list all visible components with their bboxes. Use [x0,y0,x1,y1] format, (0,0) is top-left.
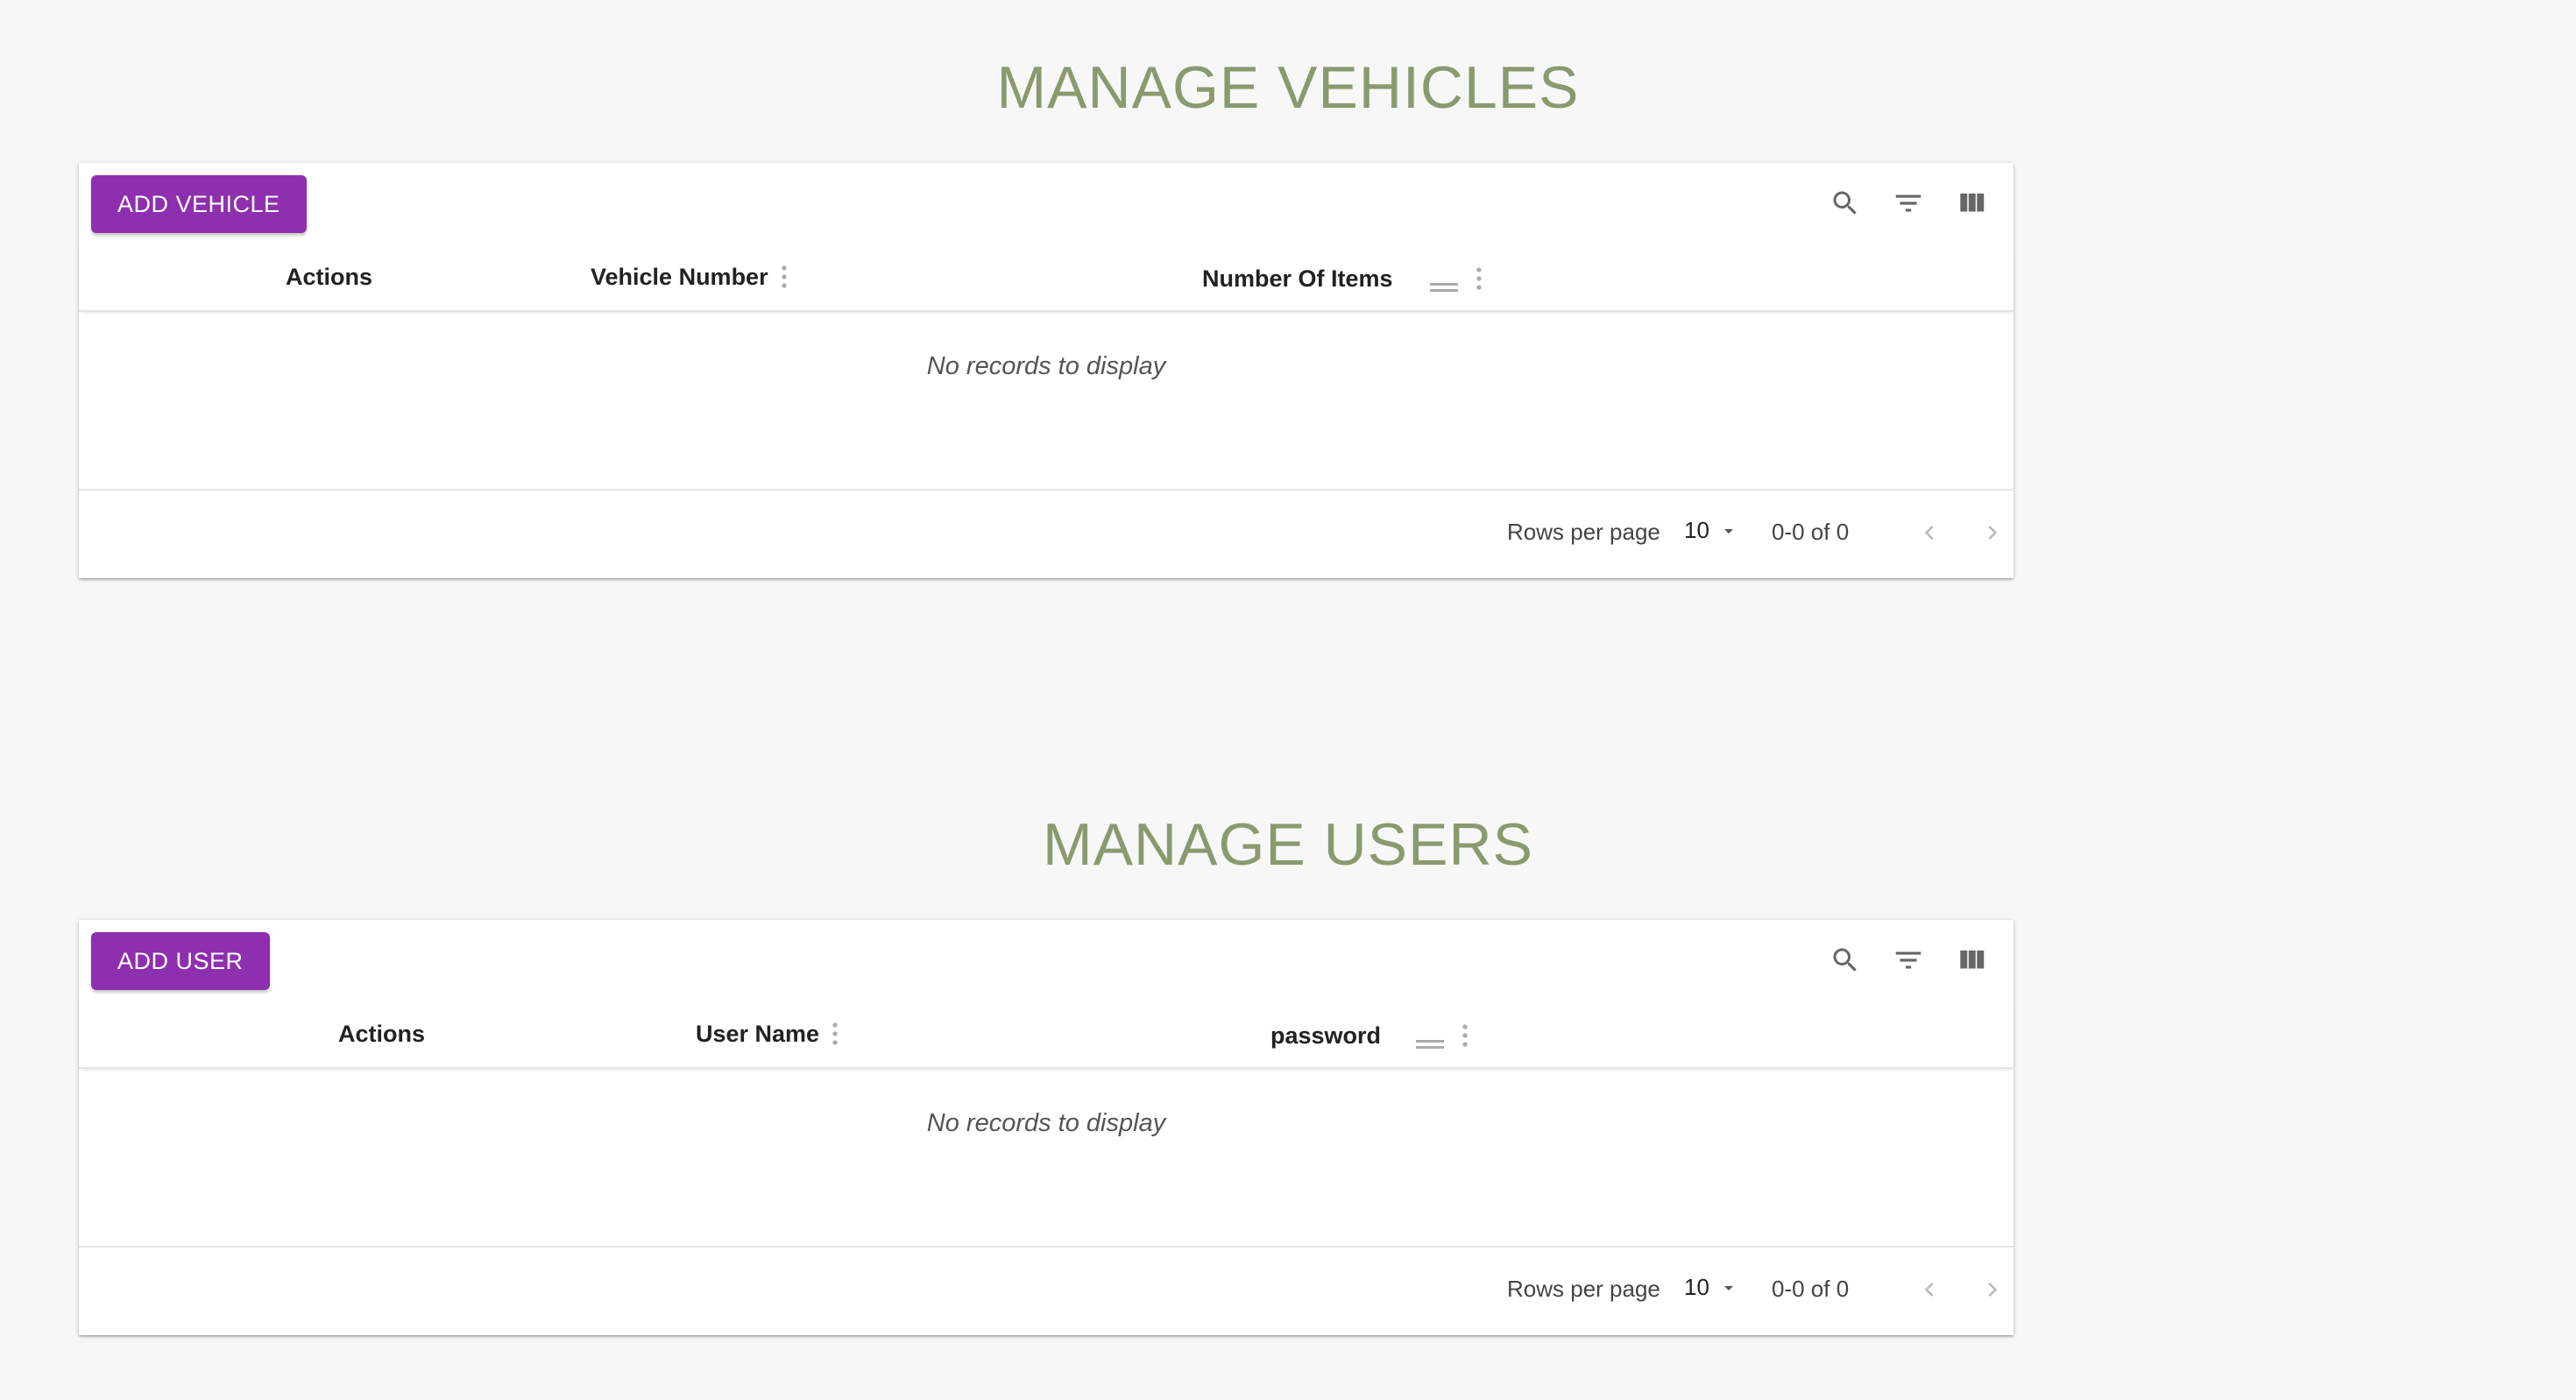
users-table: ADD USER Actions User Name password No r… [79,920,2013,1335]
rows-per-page-value: 10 [1684,1274,1709,1300]
chevron-left-icon [1924,1283,1934,1297]
next-page-button[interactable] [1977,517,2008,548]
column-header-number-of-items[interactable]: Number Of Items [1202,261,1483,296]
next-page-button[interactable] [1977,1274,2008,1305]
page: MANAGE VEHICLES ADD VEHICLE Actions Vehi… [0,0,2576,1400]
column-label: password [1270,1022,1382,1049]
column-header-vehicle-number[interactable]: Vehicle Number [591,259,788,294]
view-column-icon[interactable] [1954,186,1989,221]
column-label: User Name [696,1020,820,1047]
users-title: MANAGE USERS [1043,811,1533,878]
pagination-range: 0-0 of 0 [1772,1276,1850,1302]
empty-message: No records to display [926,352,1166,380]
users-header-row: Actions User Name password [79,1001,2013,1069]
search-icon[interactable] [1828,186,1863,221]
arrow-drop-down-icon [1723,1285,1733,1290]
arrow-drop-down-icon [1723,528,1733,534]
add-vehicle-button[interactable]: ADD VEHICLE [91,175,307,233]
pagination-range: 0-0 of 0 [1772,519,1850,545]
column-label: Vehicle Number [591,263,768,290]
rows-per-page-select[interactable]: 10 [1684,517,1739,544]
vehicles-pagination: Rows per page 10 0-0 of 0 [79,489,2013,580]
filter-icon[interactable] [1891,943,1926,978]
more-vert-icon[interactable] [832,1022,839,1046]
column-header-user-name[interactable]: User Name [696,1016,839,1051]
vehicles-table: ADD VEHICLE Actions Vehicle Number Numbe… [79,163,2013,578]
rows-per-page-label: Rows per page [1507,519,1660,545]
search-icon[interactable] [1828,943,1863,978]
column-header-actions: Actions [286,259,372,294]
empty-message: No records to display [926,1109,1166,1137]
more-vert-icon[interactable] [1476,266,1483,291]
users-toolbar-actions [1828,943,1989,978]
view-column-icon[interactable] [1954,943,1989,978]
more-vert-icon[interactable] [1461,1023,1468,1048]
drag-handle-icon[interactable] [1429,272,1458,292]
filter-icon[interactable] [1891,186,1926,221]
previous-page-button[interactable] [1914,1274,1945,1305]
column-label: Actions [286,263,373,290]
vehicles-toolbar-actions [1828,186,1989,221]
chevron-left-icon [1924,526,1934,540]
vehicles-title: MANAGE VEHICLES [996,54,1580,121]
rows-per-page-value: 10 [1684,517,1709,543]
chevron-right-icon [1988,526,1998,540]
add-user-button[interactable]: ADD USER [91,932,270,990]
users-pagination: Rows per page 10 0-0 of 0 [79,1246,2013,1337]
previous-page-button[interactable] [1914,517,1945,548]
rows-per-page-label: Rows per page [1507,1276,1660,1302]
column-header-password[interactable]: password [1270,1018,1468,1053]
column-label: Number Of Items [1202,265,1393,292]
more-vert-icon[interactable] [781,265,788,289]
chevron-right-icon [1988,1283,1998,1297]
drag-handle-icon[interactable] [1416,1029,1445,1049]
column-label: Actions [338,1020,426,1047]
vehicles-header-row: Actions Vehicle Number Number Of Items [79,244,2013,312]
column-header-actions: Actions [338,1016,425,1051]
rows-per-page-select[interactable]: 10 [1684,1274,1739,1301]
